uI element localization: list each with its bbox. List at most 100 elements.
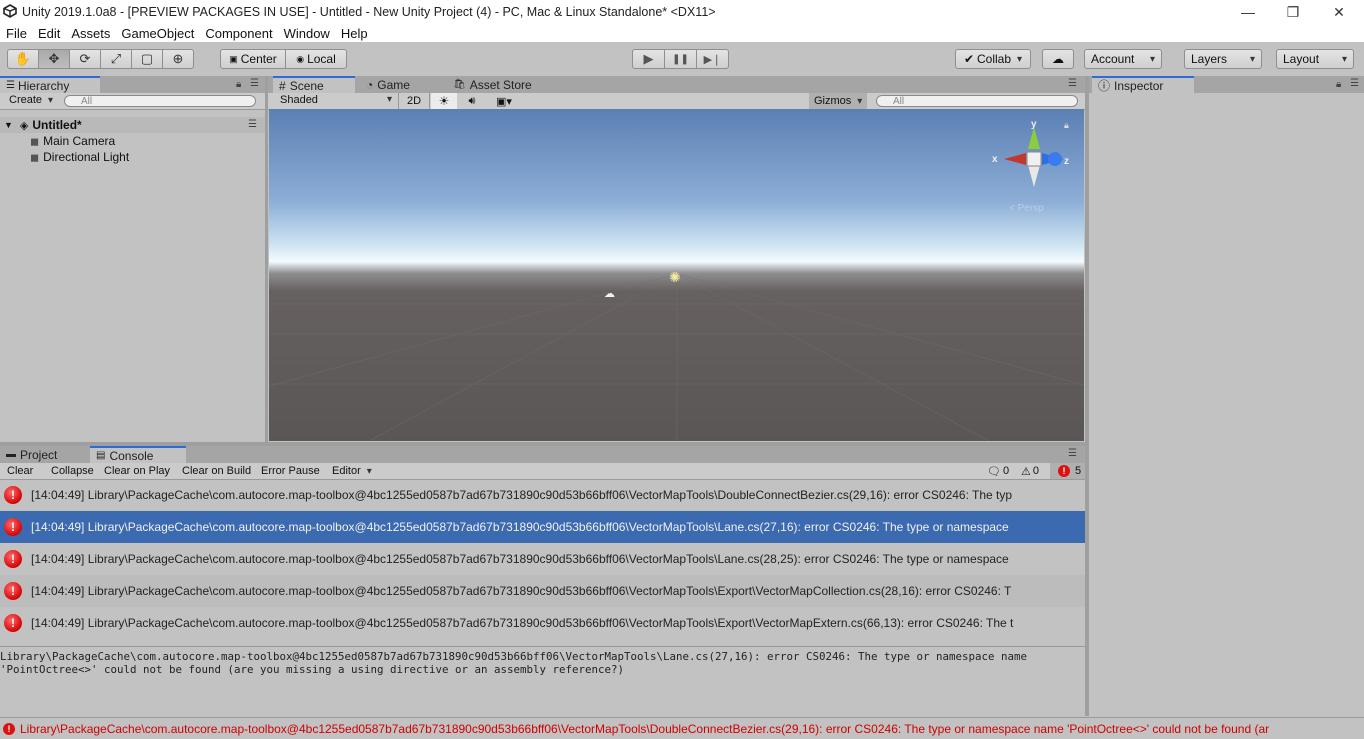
tab-scene[interactable]: # Scene xyxy=(273,76,355,93)
transform-tools: ✋ ✥ ⟳ ⤢ ▢ ⊕ xyxy=(7,49,194,69)
pause-icon[interactable]: ❚❚ xyxy=(664,49,697,69)
scale-tool-icon[interactable]: ⤢ xyxy=(100,49,132,69)
play-icon[interactable]: ▶ xyxy=(632,49,665,69)
console-detail-pane[interactable]: Library\PackageCache\com.autocore.map-to… xyxy=(0,646,1085,716)
lock-icon[interactable]: 🔒︎ xyxy=(1336,79,1341,90)
menu-gameobject[interactable]: GameObject xyxy=(115,26,199,41)
error-count-toggle[interactable]: ! 5 xyxy=(1050,463,1087,479)
window-title: Unity 2019.1.0a8 - [PREVIEW PACKAGES IN … xyxy=(22,5,716,19)
menu-assets[interactable]: Assets xyxy=(65,26,115,41)
clear-on-play-toggle[interactable]: Clear on Play xyxy=(99,463,175,479)
detail-line-2: 'PointOctree<>' could not be found (are … xyxy=(0,663,625,676)
menu-component[interactable]: Component xyxy=(199,26,277,41)
cloud-icon[interactable]: ☁ xyxy=(1042,49,1074,69)
window-titlebar: Unity 2019.1.0a8 - [PREVIEW PACKAGES IN … xyxy=(0,0,1364,24)
console-entry[interactable]: ! [14:04:49] Library\PackageCache\com.au… xyxy=(0,543,1085,575)
tab-project[interactable]: ▬ Project xyxy=(0,446,86,463)
scene-viewport[interactable]: ✺ ☁ y x z 🔒︎ < Persp xyxy=(269,109,1084,441)
panel-splitter[interactable] xyxy=(0,442,1085,446)
console-entry-selected[interactable]: ! [14:04:49] Library\PackageCache\com.au… xyxy=(0,511,1085,543)
account-dropdown[interactable]: Account xyxy=(1084,49,1162,69)
status-bar[interactable]: ! Library\PackageCache\com.autocore.map-… xyxy=(0,717,1364,739)
panel-menu-icon[interactable]: ☰ xyxy=(1350,78,1359,89)
error-pause-toggle[interactable]: Error Pause xyxy=(256,463,325,479)
hierarchy-search-input[interactable]: All xyxy=(64,95,256,107)
pivot-center-icon: ▣ xyxy=(229,53,238,64)
panel-splitter[interactable] xyxy=(265,76,268,442)
check-icon: ✔ xyxy=(963,52,974,66)
bag-icon: 🛍︎ xyxy=(453,79,466,90)
info-count-toggle[interactable]: 🗨︎ 0 xyxy=(982,463,1014,479)
console-tabstrip: ▬ Project ▤ Console ☰ xyxy=(0,446,1085,463)
audio-toggle-icon[interactable]: 🔊︎ xyxy=(460,93,484,109)
transform-tool-icon[interactable]: ⊕ xyxy=(162,49,194,69)
directional-light-gizmo-icon[interactable]: ✺ xyxy=(669,269,681,286)
pivot-center-button[interactable]: ▣ Center xyxy=(220,49,286,69)
project-tab-label: Project xyxy=(20,447,58,462)
hierarchy-item-directional-light[interactable]: ◼ Directional Light xyxy=(0,149,265,165)
warning-count-toggle[interactable]: ⚠ 0 xyxy=(1016,463,1044,479)
account-label: Account xyxy=(1091,52,1135,66)
panel-menu-icon[interactable]: ☰ xyxy=(1068,448,1077,459)
hierarchy-item-main-camera[interactable]: ◼ Main Camera xyxy=(0,133,265,149)
panel-splitter[interactable] xyxy=(1085,76,1089,716)
tab-game[interactable]: ◔ Game xyxy=(360,76,440,93)
warning-count: 0 xyxy=(1032,465,1039,477)
menu-file[interactable]: File xyxy=(0,26,32,41)
scene-tab-label: Scene xyxy=(289,78,324,93)
scene-search-input[interactable]: All xyxy=(876,95,1078,107)
pivot-local-button[interactable]: ◉ Local xyxy=(285,49,347,69)
lock-icon[interactable]: 🔒︎ xyxy=(236,79,241,90)
expand-arrow-icon[interactable]: ▼ xyxy=(4,120,13,130)
editor-dropdown[interactable]: Editor xyxy=(327,463,377,479)
close-button[interactable]: ✕ xyxy=(1316,0,1362,24)
menu-window[interactable]: Window xyxy=(278,26,335,41)
rotate-tool-icon[interactable]: ⟳ xyxy=(69,49,101,69)
collab-dropdown[interactable]: ✔ Collab xyxy=(955,49,1031,69)
unity-scene-icon: ◈ xyxy=(19,119,29,132)
tab-hierarchy[interactable]: ☰ Hierarchy xyxy=(0,76,100,93)
scene-menu-icon[interactable]: ☰ xyxy=(248,119,257,130)
minimize-button[interactable]: — xyxy=(1225,0,1271,24)
menu-help[interactable]: Help xyxy=(335,26,373,41)
panel-menu-icon[interactable]: ☰ xyxy=(1068,78,1077,89)
grid-icon: # xyxy=(279,78,286,93)
gizmos-dropdown[interactable]: Gizmos xyxy=(809,93,867,109)
asset-store-tab-label: Asset Store xyxy=(469,77,532,92)
create-dropdown[interactable]: Create xyxy=(9,94,53,106)
shading-dropdown[interactable]: Shaded xyxy=(280,94,392,106)
2d-toggle[interactable]: 2D xyxy=(398,93,430,109)
collapse-button[interactable]: Collapse xyxy=(46,463,99,479)
game-tab-label: Game xyxy=(377,77,410,92)
tab-inspector[interactable]: ⓘ Inspector xyxy=(1092,76,1194,93)
console-entry[interactable]: ! [14:04:49] Library\PackageCache\com.au… xyxy=(0,575,1085,607)
panel-menu-icon[interactable]: ☰ xyxy=(250,78,259,89)
move-tool-icon[interactable]: ✥ xyxy=(38,49,70,69)
hand-tool-icon[interactable]: ✋ xyxy=(7,49,39,69)
restore-button[interactable]: ❐ xyxy=(1270,0,1316,24)
tab-asset-store[interactable]: 🛍︎ Asset Store xyxy=(447,76,557,93)
layers-dropdown[interactable]: Layers xyxy=(1184,49,1262,69)
scene-row[interactable]: ▼ ◈ Untitled* ☰ xyxy=(0,117,265,133)
clear-on-build-toggle[interactable]: Clear on Build xyxy=(177,463,256,479)
lighting-toggle-icon[interactable]: ☀ xyxy=(431,93,457,109)
list-icon: ☰ xyxy=(6,80,15,91)
camera-gizmo-icon[interactable]: ☁ xyxy=(604,287,615,300)
clear-button[interactable]: Clear xyxy=(2,463,38,479)
gizmo-lock-icon[interactable]: 🔒︎ xyxy=(1064,120,1069,131)
console-panel: ▬ Project ▤ Console ☰ Clear Collapse Cle… xyxy=(0,446,1087,716)
console-entry[interactable]: ! [14:04:49] Library\PackageCache\com.au… xyxy=(0,607,1085,639)
effects-dropdown-icon[interactable]: ▣▾ xyxy=(488,93,520,109)
tab-console[interactable]: ▤ Console xyxy=(90,446,186,463)
error-icon: ! xyxy=(4,614,22,632)
persp-label[interactable]: < Persp xyxy=(1009,203,1044,214)
menu-bar: File Edit Assets GameObject Component Wi… xyxy=(0,24,1364,42)
menu-edit[interactable]: Edit xyxy=(32,26,65,41)
console-entry[interactable]: ! [14:04:49] Library\PackageCache\com.au… xyxy=(0,479,1085,511)
rect-tool-icon[interactable]: ▢ xyxy=(131,49,163,69)
console-entry-text: [14:04:49] Library\PackageCache\com.auto… xyxy=(31,488,1013,502)
shading-label: Shaded xyxy=(280,94,318,106)
layout-dropdown[interactable]: Layout xyxy=(1276,49,1354,69)
error-icon: ! xyxy=(4,550,22,568)
step-icon[interactable]: ▶❘ xyxy=(696,49,729,69)
